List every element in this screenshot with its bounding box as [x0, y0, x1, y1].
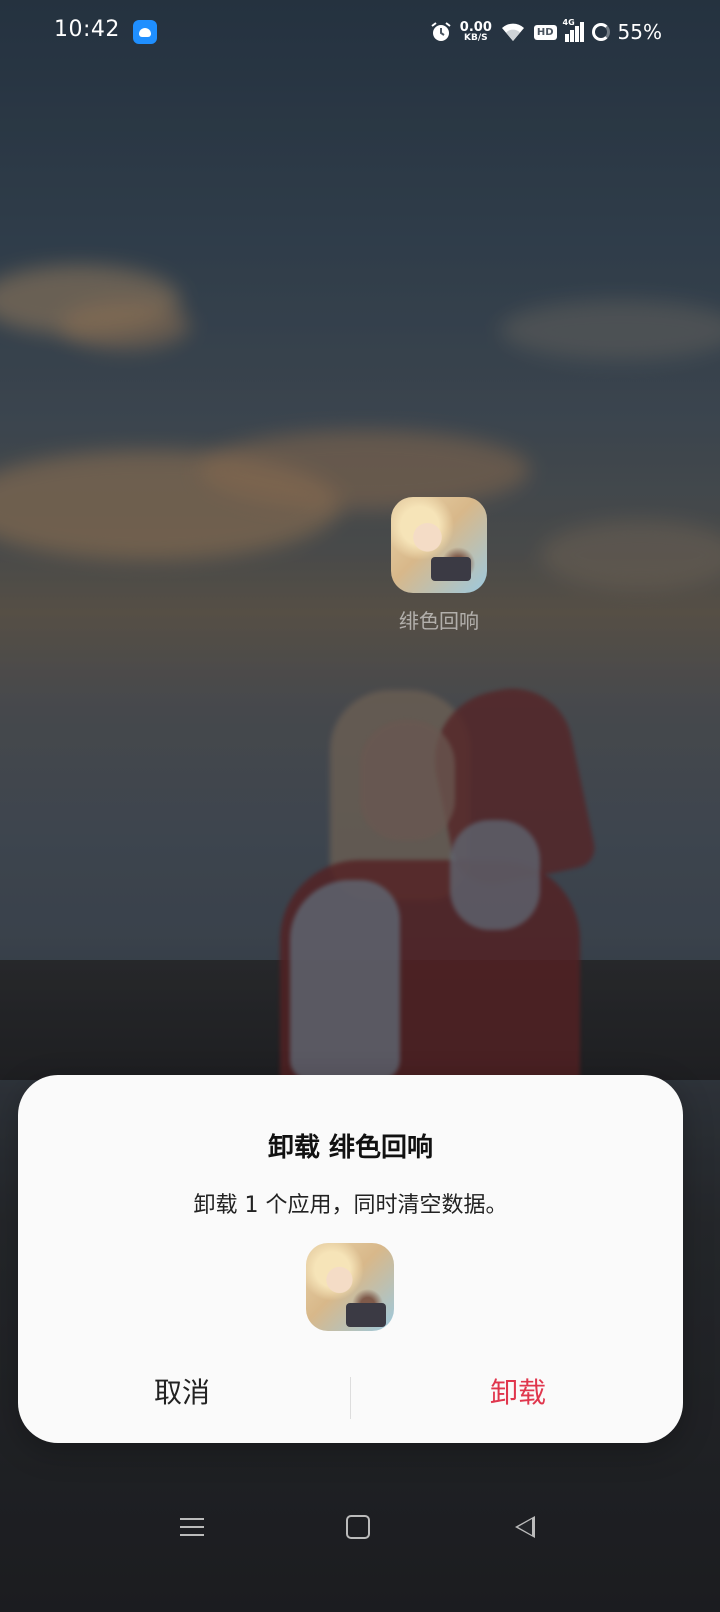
app-icon	[391, 497, 487, 593]
back-triangle-icon	[515, 1516, 535, 1538]
network-speed-unit: KB/S	[464, 33, 488, 43]
dialog-message: 卸载 1 个应用，同时清空数据。	[193, 1193, 508, 1218]
signal-bar	[564, 34, 569, 42]
signal-bar	[574, 26, 579, 42]
signal-bar	[569, 30, 574, 42]
signal-bar	[579, 22, 584, 42]
dialog-app-icon	[306, 1243, 394, 1331]
uninstall-button[interactable]: 卸载	[368, 1361, 668, 1421]
uninstall-dialog: 卸载 绯色回响 卸载 1 个应用，同时清空数据。 取消 卸载	[18, 1075, 683, 1443]
home-screen: 10:42 0.00 KB/S HD 4G 55% 绯色回响 卸载 绯色回响 卸…	[0, 0, 720, 1612]
network-type: 4G	[562, 18, 575, 27]
alarm-icon	[431, 22, 451, 41]
menu-icon	[180, 1526, 204, 1528]
cellular-signal-icon: 4G	[563, 18, 584, 42]
battery-percent: 55%	[617, 20, 662, 44]
wifi-icon	[501, 23, 524, 41]
home-square-icon	[346, 1515, 370, 1539]
navigation-bar	[0, 1490, 720, 1560]
home-app-label: 绯色回响	[399, 609, 479, 633]
status-bar: 10:42 0.00 KB/S HD 4G 55%	[0, 0, 720, 64]
button-divider	[350, 1377, 351, 1419]
home-button[interactable]	[338, 1512, 378, 1542]
network-speed: 0.00 KB/S	[460, 21, 492, 43]
cancel-button[interactable]: 取消	[32, 1361, 332, 1421]
back-button[interactable]	[505, 1512, 545, 1542]
home-app-shortcut[interactable]: 绯色回响	[384, 497, 494, 634]
status-icons: 0.00 KB/S HD 4G 55%	[430, 17, 662, 47]
notification-app-icon	[133, 20, 157, 44]
battery-icon	[591, 23, 610, 41]
hd-badge: HD	[533, 24, 557, 40]
recent-apps-button[interactable]	[172, 1512, 212, 1542]
dialog-title: 卸载 绯色回响	[267, 1133, 434, 1163]
status-time: 10:42	[54, 17, 120, 42]
